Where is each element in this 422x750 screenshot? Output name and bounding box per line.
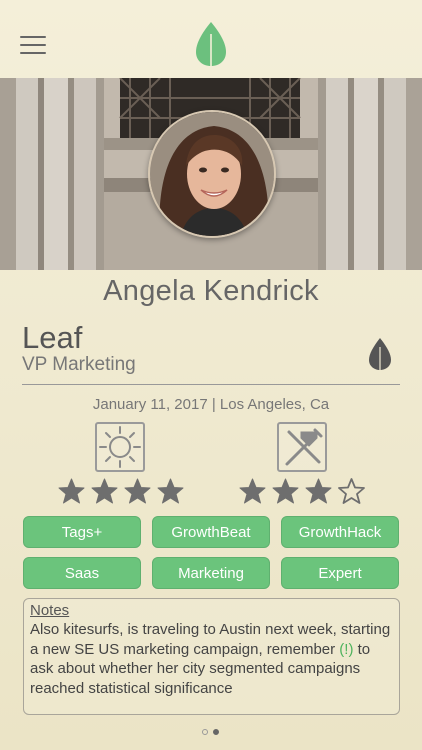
page-dot[interactable] bbox=[202, 729, 208, 735]
star-filled-icon[interactable] bbox=[272, 478, 299, 504]
job-title: VP Marketing bbox=[22, 354, 136, 375]
rating-stars-tools[interactable] bbox=[239, 478, 365, 504]
notes-alert-mark: (!) bbox=[339, 640, 354, 658]
date-location: January 11, 2017 | Los Angeles, Ca bbox=[92, 396, 330, 413]
star-filled-icon[interactable] bbox=[58, 478, 85, 504]
tag-button[interactable]: GrowthBeat bbox=[152, 516, 270, 548]
profile-avatar[interactable] bbox=[148, 110, 276, 238]
hamburger-menu-icon[interactable] bbox=[20, 36, 46, 54]
tag-button[interactable]: GrowthHack bbox=[281, 516, 399, 548]
notes-body: Also kitesurfs, is traveling to Austin n… bbox=[30, 620, 393, 698]
divider bbox=[22, 384, 400, 385]
star-filled-icon[interactable] bbox=[157, 478, 184, 504]
contact-name: Angela Kendrick bbox=[103, 275, 319, 307]
tools-icon[interactable] bbox=[277, 422, 327, 472]
star-filled-icon[interactable] bbox=[124, 478, 151, 504]
page-indicator bbox=[202, 729, 219, 735]
leaf-logo-icon bbox=[196, 22, 226, 66]
leaf-icon[interactable] bbox=[367, 337, 393, 371]
tag-button[interactable]: Saas bbox=[23, 557, 141, 589]
star-filled-icon[interactable] bbox=[91, 478, 118, 504]
sun-icon[interactable] bbox=[95, 422, 145, 472]
tag-button[interactable]: Tags+ bbox=[23, 516, 141, 548]
rating-stars-sun[interactable] bbox=[58, 478, 184, 504]
top-bar bbox=[0, 0, 422, 78]
notes-title: Notes bbox=[30, 602, 70, 619]
page-dot-active[interactable] bbox=[213, 729, 219, 735]
company-name: Leaf bbox=[22, 320, 83, 355]
star-filled-icon[interactable] bbox=[305, 478, 332, 504]
tag-button[interactable]: Marketing bbox=[152, 557, 270, 589]
star-filled-icon[interactable] bbox=[239, 478, 266, 504]
star-empty-icon[interactable] bbox=[338, 478, 365, 504]
notes-text: Also kitesurfs, is traveling to Austin n… bbox=[30, 621, 391, 658]
tag-button[interactable]: Expert bbox=[281, 557, 399, 589]
notes-box[interactable]: Notes Also kitesurfs, is traveling to Au… bbox=[23, 598, 400, 715]
